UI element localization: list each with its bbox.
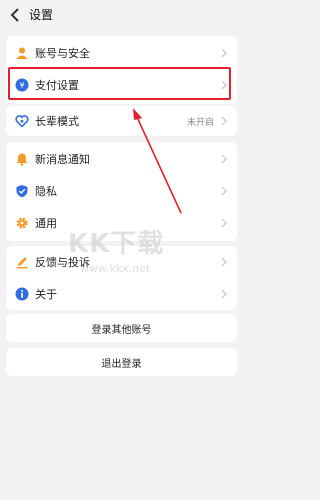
chevron-right-icon (221, 48, 227, 58)
chevron-right-icon (221, 289, 227, 299)
user-icon (16, 47, 28, 59)
elder-mode-item[interactable]: 长辈模式 未开启 (6, 105, 237, 137)
account-security-label: 账号与安全 (35, 47, 90, 60)
elder-mode-status: 未开启 (186, 117, 214, 128)
login-other-account-button[interactable]: 登录其他账号 (6, 314, 237, 342)
page-title: 设置 (29, 8, 54, 22)
gear-icon (16, 217, 28, 229)
bell-icon (16, 153, 28, 166)
notifications-item[interactable]: 新消息通知 (6, 143, 237, 175)
heart-icon (15, 115, 29, 128)
watermark-logo: KK下载 (68, 229, 165, 259)
general-label: 通用 (35, 217, 57, 230)
logout-button[interactable]: 退出登录 (6, 348, 237, 376)
login-other-account-label: 登录其他账号 (91, 324, 152, 336)
account-security-item[interactable]: 账号与安全 (6, 37, 237, 69)
privacy-item[interactable]: 隐私 (6, 175, 237, 207)
chevron-right-icon (221, 116, 227, 126)
about-item[interactable]: 关于 (6, 278, 237, 310)
shield-icon (16, 185, 28, 198)
chevron-right-icon (221, 257, 227, 267)
info-icon (15, 287, 29, 301)
about-label: 关于 (35, 288, 57, 301)
logout-label: 退出登录 (101, 358, 142, 370)
privacy-label: 隐私 (35, 185, 57, 198)
watermark-url: www.kkx.net (80, 262, 151, 275)
notifications-label: 新消息通知 (35, 153, 90, 166)
chevron-right-icon (221, 154, 227, 164)
elder-mode-label: 长辈模式 (35, 115, 79, 128)
back-arrow-icon[interactable] (8, 7, 22, 23)
edit-icon (16, 257, 28, 269)
chevron-right-icon (221, 186, 227, 196)
payment-highlight-box (8, 67, 231, 100)
elder-group: 长辈模式 未开启 (6, 106, 237, 136)
chevron-right-icon (221, 218, 227, 228)
header-bar: 设置 (0, 0, 243, 30)
